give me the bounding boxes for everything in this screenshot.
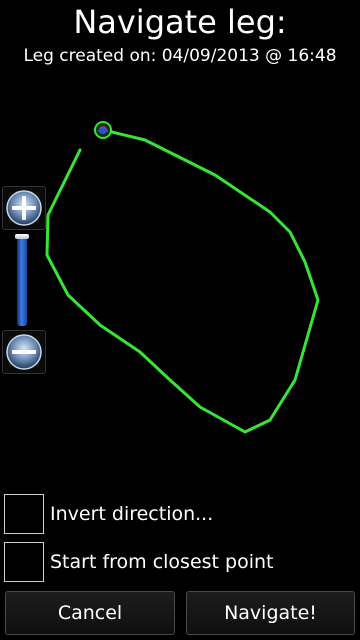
page-title: Navigate leg: xyxy=(73,3,287,41)
cancel-button[interactable]: Cancel xyxy=(5,591,175,635)
invert-direction-option[interactable]: Invert direction... xyxy=(4,494,344,534)
route-map[interactable] xyxy=(0,90,360,480)
zoom-slider-track[interactable] xyxy=(17,236,27,326)
start-closest-point-option[interactable]: Start from closest point xyxy=(4,542,344,582)
zoom-in-button[interactable] xyxy=(2,186,46,230)
zoom-slider-handle[interactable] xyxy=(15,234,29,239)
zoom-in-plus-icon xyxy=(6,190,42,226)
start-closest-point-checkbox[interactable] xyxy=(4,542,44,582)
route-path xyxy=(45,130,320,434)
invert-direction-label: Invert direction... xyxy=(50,503,214,525)
start-closest-point-label: Start from closest point xyxy=(50,551,274,573)
leg-created-label: Leg created on: 04/09/2013 @ 16:48 xyxy=(23,46,337,66)
route-map-canvas xyxy=(45,121,320,434)
invert-direction-checkbox[interactable] xyxy=(4,494,44,534)
start-marker-icon xyxy=(94,121,112,139)
navigate-button[interactable]: Navigate! xyxy=(186,591,355,635)
zoom-out-minus-icon xyxy=(6,334,42,370)
zoom-out-button[interactable] xyxy=(2,330,46,374)
